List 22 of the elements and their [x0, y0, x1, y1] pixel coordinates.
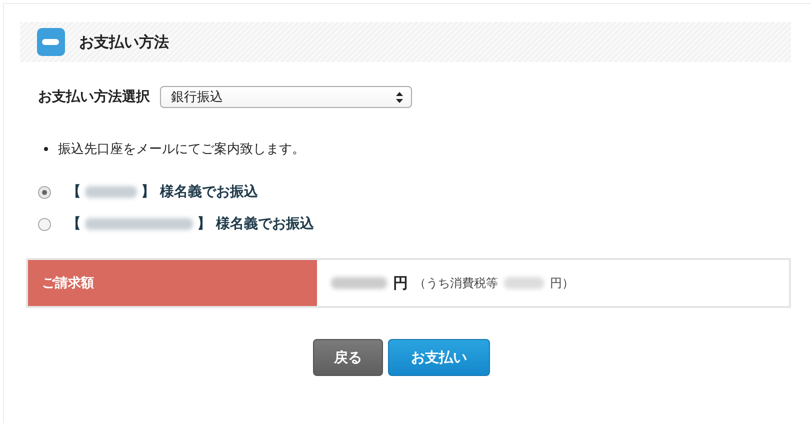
amount-label: ご請求額 [28, 260, 317, 306]
select-field[interactable]: 銀行振込 [160, 86, 412, 108]
card-icon [37, 28, 65, 56]
tax-currency: 円） [550, 274, 574, 292]
bracket: 【 [67, 215, 81, 233]
account-label: 】 様名義でお振込 [141, 183, 258, 201]
radio-button[interactable] [38, 218, 51, 230]
blurred-tax [504, 277, 544, 289]
currency-label: 円 [393, 274, 408, 292]
field-label: お支払い方法選択 [38, 88, 150, 106]
account-label: 】 様名義でお振込 [197, 215, 314, 233]
blurred-text [85, 186, 137, 198]
pay-button[interactable]: お支払い [388, 339, 490, 376]
bracket: 【 [67, 183, 81, 201]
section-title: お支払い方法 [79, 32, 169, 52]
updown-icon [396, 92, 403, 102]
note-text: 振込先口座をメールにてご案内致します。 [58, 141, 305, 158]
back-button[interactable]: 戻る [313, 339, 383, 376]
bullet-icon [44, 147, 48, 151]
blurred-amount [331, 277, 387, 289]
radio-button[interactable] [38, 186, 51, 198]
tax-label: （うち消費税等 [414, 274, 498, 292]
